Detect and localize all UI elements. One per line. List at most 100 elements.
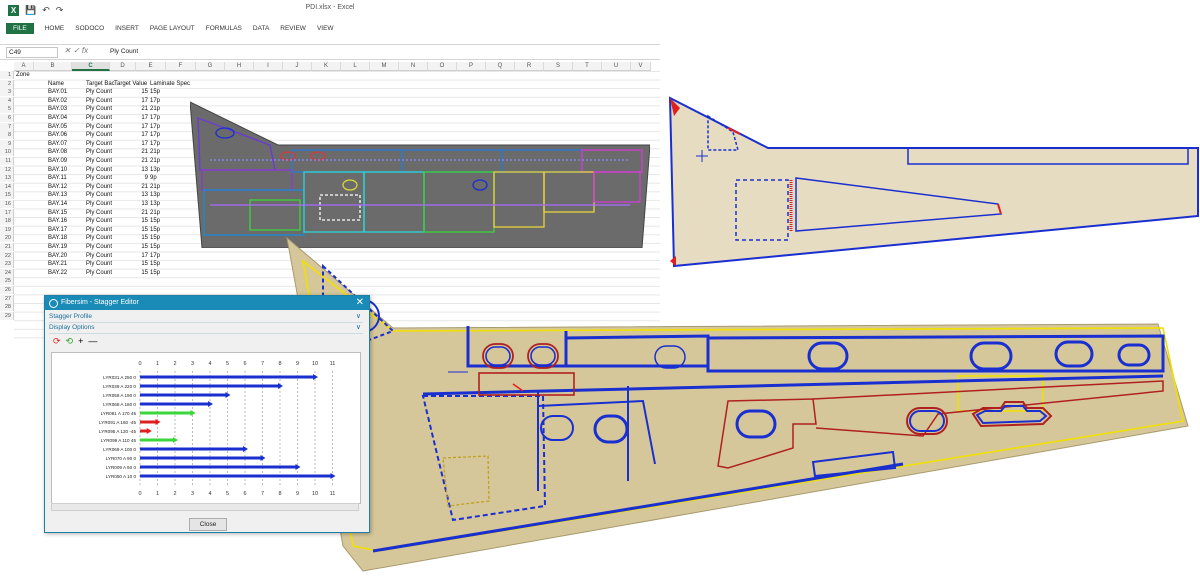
ply-bar-handle[interactable] <box>208 401 213 407</box>
cell[interactable]: BAY.21 <box>48 260 86 268</box>
tab-insert[interactable]: INSERT <box>115 25 139 32</box>
cell[interactable]: Ply Count <box>86 260 124 268</box>
column-header[interactable]: A <box>14 62 34 71</box>
cell[interactable]: 21p <box>150 105 180 113</box>
cell[interactable]: 17 <box>124 252 148 260</box>
column-header[interactable]: H <box>225 62 254 71</box>
column-header[interactable]: F <box>166 62 196 71</box>
cell[interactable]: Ply Count <box>86 234 124 242</box>
cell[interactable]: 13p <box>150 166 180 174</box>
cell[interactable]: 9p <box>150 174 180 182</box>
cell[interactable]: 13 <box>124 200 148 208</box>
cad-ply-map-view[interactable] <box>190 100 650 248</box>
column-header[interactable]: L <box>341 62 370 71</box>
row-header[interactable]: 16 <box>0 200 14 208</box>
ply-bar-handle[interactable] <box>173 437 178 443</box>
cell[interactable]: 21 <box>124 209 148 217</box>
cell[interactable]: 15p <box>150 234 180 242</box>
cell[interactable]: 17 <box>124 140 148 148</box>
cell[interactable]: Ply Count <box>86 226 124 234</box>
refresh-icon[interactable]: ⟳ <box>53 336 61 346</box>
cell[interactable]: 17p <box>150 114 180 122</box>
cell[interactable]: 15 <box>124 234 148 242</box>
row-header[interactable]: 17 <box>0 208 14 217</box>
name-box[interactable]: C49 <box>6 47 58 58</box>
horizontal-scrollbar[interactable] <box>51 503 359 511</box>
cell[interactable]: Ply Count <box>86 191 124 199</box>
column-header[interactable]: I <box>254 62 283 71</box>
cell[interactable]: 15 <box>124 243 148 251</box>
ply-bar-handle[interactable] <box>330 473 336 479</box>
cell[interactable]: 15p <box>150 217 180 225</box>
cell[interactable]: BAY.10 <box>48 166 86 174</box>
row-header[interactable]: 11 <box>0 157 14 165</box>
row-header[interactable]: 22 <box>0 251 14 260</box>
tab-view[interactable]: VIEW <box>317 25 334 32</box>
column-header[interactable]: B <box>34 62 72 71</box>
section-stagger-profile[interactable]: Stagger Profile ∨ <box>49 312 363 323</box>
cell[interactable]: 15 <box>124 226 148 234</box>
chevron-down-icon[interactable]: ∨ <box>356 312 361 322</box>
row-header[interactable]: 14 <box>0 182 14 191</box>
tab-file[interactable]: FILE <box>6 22 34 34</box>
tab-sodoco[interactable]: SODOCO <box>75 25 104 32</box>
cell[interactable]: Ply Count <box>86 97 124 105</box>
row-header[interactable]: 2 <box>0 79 14 88</box>
row-header[interactable]: 23 <box>0 260 14 269</box>
row-header[interactable]: 27 <box>0 294 14 303</box>
column-header[interactable]: C <box>72 62 110 71</box>
cell[interactable]: Ply Count <box>86 243 124 251</box>
cell[interactable]: 17p <box>150 97 180 105</box>
tab-data[interactable]: DATA <box>253 25 269 32</box>
cell[interactable]: Zone <box>16 71 46 79</box>
cell[interactable]: 17 <box>124 97 148 105</box>
row-header[interactable]: 6 <box>0 114 14 122</box>
cell[interactable]: BAY.19 <box>48 243 86 251</box>
column-header[interactable]: T <box>573 62 602 71</box>
stagger-chart-svg[interactable]: 0011223344556677889910101111LYR031 A 250… <box>52 353 360 503</box>
cell[interactable]: Ply Count <box>86 88 124 96</box>
cell[interactable]: BAY.16 <box>48 217 86 225</box>
cell[interactable]: 21p <box>150 148 180 156</box>
cell[interactable]: BAY.05 <box>48 123 86 131</box>
cell[interactable]: BAY.09 <box>48 157 86 165</box>
row-header[interactable]: 5 <box>0 105 14 114</box>
cell[interactable]: 15 <box>124 88 148 96</box>
row-header[interactable]: 8 <box>0 131 14 140</box>
column-header[interactable]: K <box>312 62 341 71</box>
cell[interactable]: 15p <box>150 260 180 268</box>
column-header[interactable]: O <box>428 62 457 71</box>
tab-home[interactable]: HOME <box>45 25 65 32</box>
chevron-down-icon[interactable]: ∨ <box>356 323 361 333</box>
cell[interactable]: 17p <box>150 252 180 260</box>
cell[interactable]: Ply Count <box>86 105 124 113</box>
stagger-chart[interactable]: 0 0 1 1 2 2 3 3 4 4 5 5 6 6 7 7 8 8 9 9 10 10 11 11 LYR031 A 250… <box>51 352 361 504</box>
tab-formulas[interactable]: FORMULAS <box>206 25 242 32</box>
cell[interactable]: 13 <box>124 166 148 174</box>
row-header[interactable]: 19 <box>0 225 14 234</box>
tab-review[interactable]: REVIEW <box>280 25 306 32</box>
column-header[interactable]: P <box>457 62 486 71</box>
close-icon[interactable]: ✕ <box>356 296 364 310</box>
cell[interactable]: 15p <box>150 269 180 277</box>
cell[interactable]: Ply Count <box>86 140 124 148</box>
cell[interactable]: 21 <box>124 148 148 156</box>
column-header[interactable]: J <box>283 62 312 71</box>
row-header[interactable]: 20 <box>0 234 14 243</box>
cell[interactable]: BAY.18 <box>48 234 86 242</box>
cell[interactable]: 21 <box>124 157 148 165</box>
cell[interactable]: Ply Count <box>86 157 124 165</box>
cell[interactable]: 21 <box>124 105 148 113</box>
cell[interactable]: 21p <box>150 183 180 191</box>
cell[interactable]: 15p <box>150 243 180 251</box>
column-header[interactable]: V <box>631 62 651 71</box>
cell[interactable]: 17p <box>150 131 180 139</box>
cell[interactable]: 21p <box>150 157 180 165</box>
close-button[interactable]: Close <box>189 518 227 531</box>
formula-input[interactable]: Ply Count <box>110 47 138 56</box>
cell[interactable]: BAY.01 <box>48 88 86 96</box>
cell[interactable]: BAY.03 <box>48 105 86 113</box>
cell[interactable]: BAY.11 <box>48 174 86 182</box>
section-display-options[interactable]: Display Options ∨ <box>49 323 363 334</box>
column-header[interactable]: D <box>110 62 136 71</box>
